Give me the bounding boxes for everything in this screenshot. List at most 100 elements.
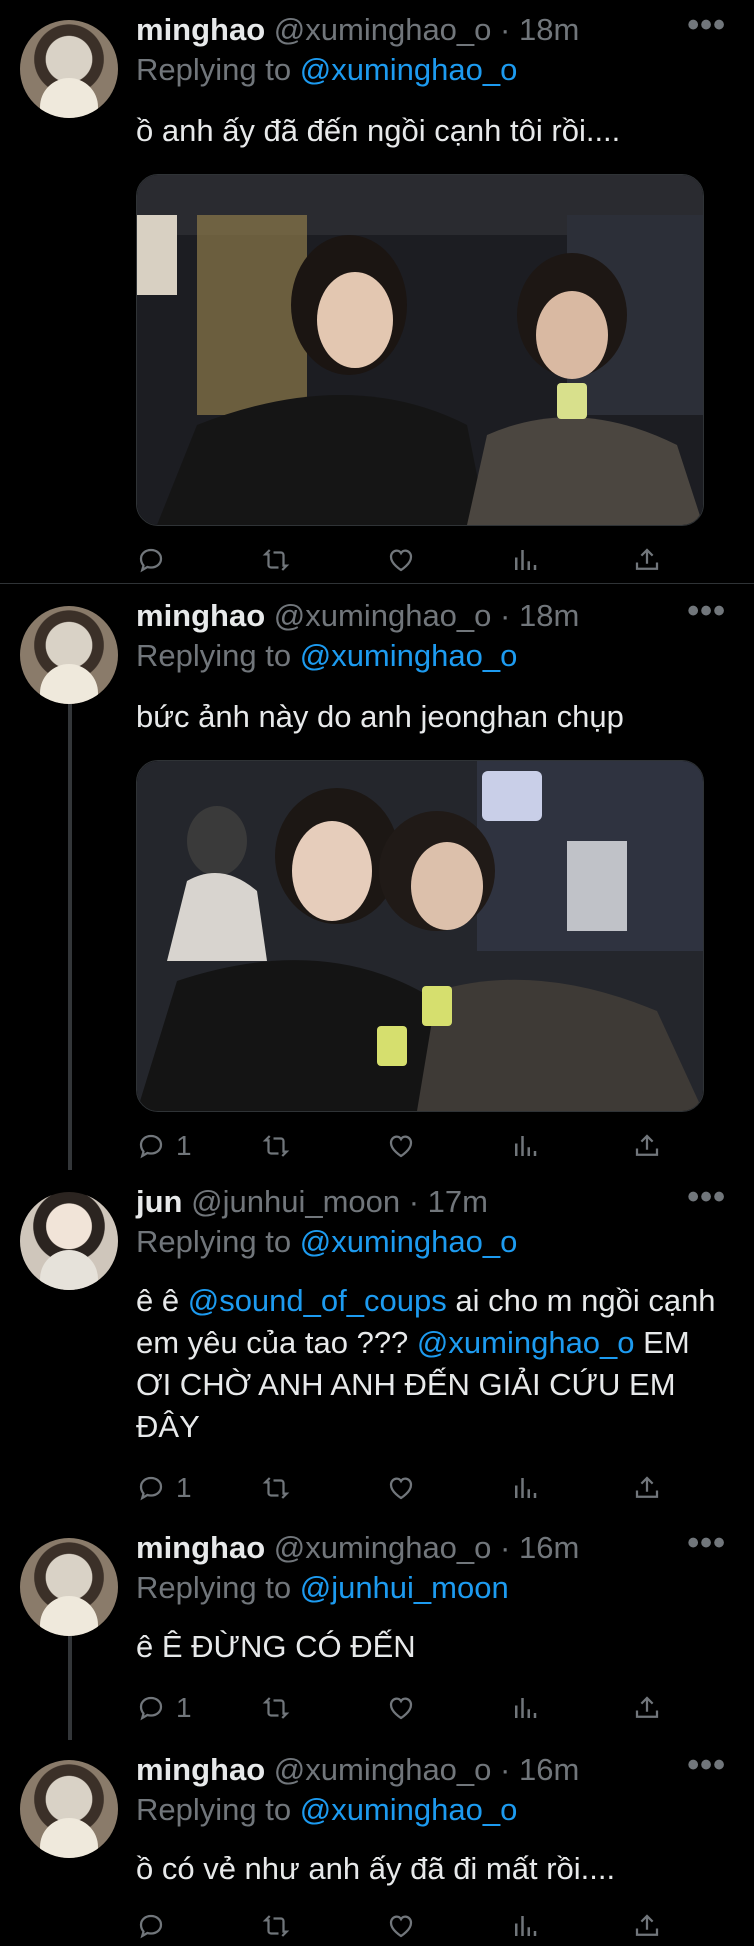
like-icon — [386, 1693, 416, 1723]
tweet-header: minghao @xuminghao_o · 18m — [136, 12, 579, 48]
tweet-text: ê Ê ĐỪNG CÓ ĐẾN — [136, 1629, 416, 1664]
more-options-icon[interactable]: ••• — [687, 1524, 726, 1563]
avatar[interactable] — [20, 1192, 118, 1290]
share-button[interactable] — [632, 1906, 662, 1946]
tweet-5[interactable]: minghao @xuminghao_o · 16m ••• Replying … — [0, 1740, 754, 1920]
avatar[interactable] — [20, 20, 118, 118]
reply-button[interactable] — [136, 540, 176, 580]
reply-button[interactable]: 1 — [136, 1688, 192, 1728]
tweet-header: minghao @xuminghao_o · 16m — [136, 1530, 579, 1566]
reply-count: 1 — [176, 1692, 192, 1723]
tweet-photo[interactable] — [136, 760, 704, 1112]
share-button[interactable] — [632, 1468, 662, 1508]
replying-to-link[interactable]: @xuminghao_o — [300, 1792, 518, 1827]
tweet-header: jun @junhui_moon · 17m — [136, 1184, 488, 1220]
like-button[interactable] — [386, 540, 416, 580]
share-icon — [632, 545, 662, 575]
like-icon — [386, 1473, 416, 1503]
share-button[interactable] — [632, 1688, 662, 1728]
reply-icon — [136, 1473, 166, 1503]
handle[interactable]: @xuminghao_o — [274, 1530, 492, 1565]
replying-to-link[interactable]: @xuminghao_o — [300, 1224, 518, 1259]
display-name[interactable]: jun — [136, 1184, 183, 1219]
analytics-icon — [510, 1131, 540, 1161]
reply-count: 1 — [176, 1472, 192, 1503]
avatar[interactable] — [20, 1760, 118, 1858]
tweet-2[interactable]: minghao @xuminghao_o · 18m ••• Replying … — [0, 586, 754, 1170]
replying-prefix: Replying to — [136, 1570, 292, 1605]
analytics-button[interactable] — [510, 540, 540, 580]
timestamp[interactable]: · 18m — [500, 12, 579, 47]
reply-button[interactable]: 1 — [136, 1468, 192, 1508]
tweet-header: minghao @xuminghao_o · 16m — [136, 1752, 579, 1788]
replying-to-link[interactable]: @xuminghao_o — [300, 638, 518, 673]
mention-link[interactable]: @xuminghao_o — [417, 1325, 635, 1360]
more-options-icon[interactable]: ••• — [687, 592, 726, 631]
reply-button[interactable]: 1 — [136, 1126, 192, 1166]
tweet-text-part: ê ê — [136, 1283, 188, 1318]
retweet-button[interactable] — [261, 1468, 291, 1508]
retweet-button[interactable] — [261, 1906, 291, 1946]
replying-prefix: Replying to — [136, 52, 292, 87]
reply-button[interactable] — [136, 1906, 176, 1946]
tweet-text: ê ê @sound_of_coups ai cho m ngồi cạnh e… — [136, 1280, 726, 1448]
display-name[interactable]: minghao — [136, 12, 265, 47]
tweet-text: ồ có vẻ như anh ấy đã đi mất rồi.... — [136, 1851, 616, 1886]
tweet-4[interactable]: minghao @xuminghao_o · 16m ••• Replying … — [0, 1518, 754, 1740]
avatar[interactable] — [20, 1538, 118, 1636]
more-options-icon[interactable]: ••• — [687, 1178, 726, 1217]
tweet-1[interactable]: minghao @xuminghao_o · 18m ••• Replying … — [0, 0, 754, 584]
analytics-button[interactable] — [510, 1468, 540, 1508]
retweet-button[interactable] — [261, 1688, 291, 1728]
divider — [0, 583, 754, 584]
thread-line — [68, 704, 72, 1170]
retweet-icon — [261, 1693, 291, 1723]
handle[interactable]: @junhui_moon — [191, 1184, 400, 1219]
like-button[interactable] — [386, 1906, 416, 1946]
handle[interactable]: @xuminghao_o — [274, 1752, 492, 1787]
retweet-button[interactable] — [261, 540, 291, 580]
photo-image — [137, 761, 703, 1111]
analytics-icon — [510, 1911, 540, 1941]
analytics-button[interactable] — [510, 1688, 540, 1728]
like-icon — [386, 545, 416, 575]
replying-to-link[interactable]: @junhui_moon — [300, 1570, 509, 1605]
analytics-button[interactable] — [510, 1906, 540, 1946]
like-button[interactable] — [386, 1688, 416, 1728]
like-button[interactable] — [386, 1468, 416, 1508]
display-name[interactable]: minghao — [136, 1530, 265, 1565]
more-options-icon[interactable]: ••• — [687, 1746, 726, 1785]
replying-to: Replying to @xuminghao_o — [136, 1224, 517, 1260]
replying-to-link[interactable]: @xuminghao_o — [300, 52, 518, 87]
share-button[interactable] — [632, 540, 662, 580]
replying-to: Replying to @xuminghao_o — [136, 638, 517, 674]
display-name[interactable]: minghao — [136, 1752, 265, 1787]
tweet-actions — [136, 1906, 666, 1946]
analytics-icon — [510, 545, 540, 575]
share-button[interactable] — [632, 1126, 662, 1166]
reply-icon — [136, 545, 166, 575]
reply-icon — [136, 1131, 166, 1161]
reply-count: 1 — [176, 1130, 192, 1161]
retweet-button[interactable] — [261, 1126, 291, 1166]
avatar[interactable] — [20, 606, 118, 704]
timestamp[interactable]: · 16m — [500, 1530, 579, 1565]
display-name[interactable]: minghao — [136, 598, 265, 633]
timestamp[interactable]: · 17m — [409, 1184, 488, 1219]
like-icon — [386, 1131, 416, 1161]
share-icon — [632, 1693, 662, 1723]
timestamp[interactable]: · 16m — [500, 1752, 579, 1787]
handle[interactable]: @xuminghao_o — [274, 598, 492, 633]
more-options-icon[interactable]: ••• — [687, 6, 726, 45]
tweet-text: bức ảnh này do anh jeonghan chụp — [136, 699, 624, 734]
like-button[interactable] — [386, 1126, 416, 1166]
handle[interactable]: @xuminghao_o — [274, 12, 492, 47]
tweet-actions: 1 — [136, 1468, 666, 1508]
tweet-photo[interactable] — [136, 174, 704, 526]
mention-link[interactable]: @sound_of_coups — [188, 1283, 447, 1318]
tweet-3[interactable]: jun @junhui_moon · 17m ••• Replying to @… — [0, 1172, 754, 1518]
replying-to: Replying to @junhui_moon — [136, 1570, 509, 1606]
share-icon — [632, 1131, 662, 1161]
timestamp[interactable]: · 18m — [500, 598, 579, 633]
analytics-button[interactable] — [510, 1126, 540, 1166]
